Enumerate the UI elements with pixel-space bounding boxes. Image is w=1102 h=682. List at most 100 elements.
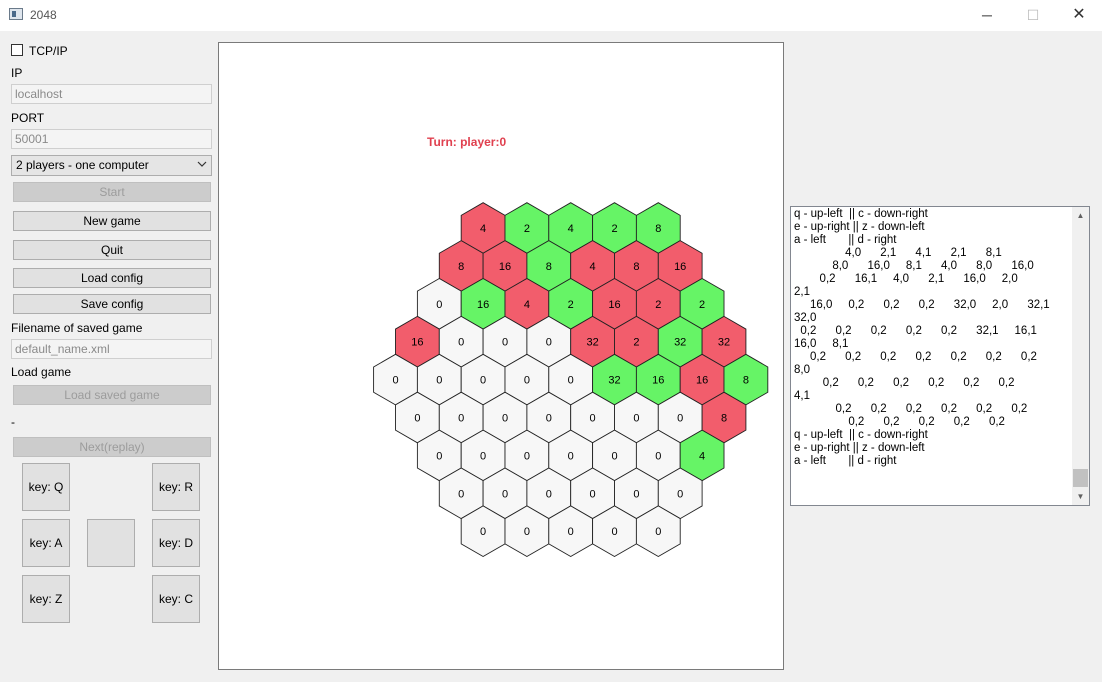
hex-value: 0	[414, 413, 420, 425]
hex-value: 0	[677, 413, 683, 425]
key-q-button[interactable]: key: Q	[22, 463, 70, 511]
hex-value: 0	[480, 526, 486, 538]
hex-value: 0	[568, 526, 574, 538]
hex-value: 8	[743, 375, 749, 387]
ip-field[interactable]: localhost	[11, 84, 212, 104]
hex-value: 0	[633, 413, 639, 425]
port-field[interactable]: 50001	[11, 129, 212, 149]
log-scrollbar[interactable]: ▲ ▼	[1072, 207, 1089, 505]
hex-value: 4	[524, 299, 530, 311]
log-line: e - up-right || z - down-left	[794, 442, 925, 454]
hex-value: 0	[480, 375, 486, 387]
key-center-button[interactable]	[87, 519, 135, 567]
key-a-button[interactable]: key: A	[22, 519, 70, 567]
tcp-checkbox-label: TCP/IP	[29, 44, 68, 58]
hex-value: 0	[677, 488, 683, 500]
log-line: 2,1	[794, 286, 810, 298]
scroll-down-arrow-icon[interactable]: ▼	[1072, 488, 1089, 505]
hex-value: 32	[608, 375, 620, 387]
new-game-button[interactable]: New game	[13, 211, 211, 231]
log-line: 0,2 0,2 0,2 0,2 0,2 0,2 0,2	[794, 351, 1037, 363]
hex-value: 2	[568, 299, 574, 311]
minimize-button[interactable]: ─	[964, 0, 1010, 31]
key-d-button[interactable]: key: D	[152, 519, 200, 567]
hex-value: 0	[436, 299, 442, 311]
tcp-checkbox[interactable]	[11, 44, 23, 56]
hex-value: 0	[524, 375, 530, 387]
hex-value: 0	[436, 450, 442, 462]
mode-select[interactable]: 2 players - one computer	[11, 155, 212, 176]
hex-value: 32	[718, 337, 730, 349]
log-line: 32,0	[794, 312, 817, 324]
hex-value: 16	[674, 261, 686, 273]
hex-value: 0	[655, 526, 661, 538]
key-c-button[interactable]: key: C	[152, 575, 200, 623]
scroll-up-arrow-icon[interactable]: ▲	[1072, 207, 1089, 224]
hex-value: 0	[524, 450, 530, 462]
hex-value: 16	[652, 375, 664, 387]
quit-button[interactable]: Quit	[13, 240, 211, 260]
hex-value: 16	[696, 375, 708, 387]
port-label: PORT	[11, 111, 45, 125]
hex-value: 0	[502, 337, 508, 349]
hex-value: 8	[458, 261, 464, 273]
log-line: 4,1	[794, 390, 810, 402]
hex-value: 32	[674, 337, 686, 349]
game-board: Turn: player:0 4 2 4 2 8 8 16 8 4 8 16 0 16 4 2 16 2 2 16 0…	[218, 42, 784, 670]
log-line: 16,0 0,2 0,2 0,2 32,0 2,0 32,1	[794, 299, 1050, 311]
log-line: 8,0 16,0 8,1 4,0 8,0 16,0	[794, 260, 1034, 272]
hex-value: 2	[699, 299, 705, 311]
mode-select-value: 2 players - one computer	[16, 158, 149, 172]
ip-label: IP	[11, 66, 23, 80]
hex-value: 0	[590, 413, 596, 425]
maximize-button[interactable]: ☐	[1010, 0, 1056, 31]
log-line: 4,0 2,1 4,1 2,1 8,1	[794, 247, 1002, 259]
hex-value: 0	[436, 375, 442, 387]
log-line: 16,0 8,1	[794, 338, 849, 350]
hex-value: 2	[655, 299, 661, 311]
close-button[interactable]: ✕	[1056, 0, 1102, 31]
hex-value: 0	[611, 450, 617, 462]
hex-value: 0	[546, 337, 552, 349]
load-config-button[interactable]: Load config	[13, 268, 211, 288]
save-config-button[interactable]: Save config	[13, 294, 211, 314]
log-line: q - up-left || c - down-right	[794, 208, 928, 220]
log-line: 0,2 16,1 4,0 2,1 16,0 2,0	[794, 273, 1018, 285]
filename-field[interactable]: default_name.xml	[11, 339, 212, 359]
log-line: 0,2 0,2 0,2 0,2 0,2 32,1 16,1	[794, 325, 1037, 337]
key-z-button[interactable]: key: Z	[22, 575, 70, 623]
hex-value: 8	[546, 261, 552, 273]
hex-value: 0	[502, 488, 508, 500]
hex-value: 0	[392, 375, 398, 387]
hex-value: 4	[590, 261, 596, 273]
filename-label: Filename of saved game	[11, 321, 143, 335]
hex-value: 0	[458, 413, 464, 425]
control-panel: TCP/IP IP localhost PORT 50001 2 players…	[0, 31, 215, 682]
hex-grid: 4 2 4 2 8 8 16 8 4 8 16 0 16 4 2 16 2 2 16 0 0 0 32 2 32 32 0 0 0 0 0 3…	[373, 202, 769, 558]
hex-value: 0	[546, 413, 552, 425]
log-line: 0,2 0,2 0,2 0,2 0,2	[794, 416, 1005, 428]
hex-value: 2	[611, 223, 617, 235]
app-icon	[9, 8, 23, 20]
hex-value: 0	[611, 526, 617, 538]
log-line: a - left || d - right	[794, 234, 897, 246]
next-replay-button[interactable]: Next(replay)	[13, 437, 211, 457]
key-r-button[interactable]: key: R	[152, 463, 200, 511]
hex-value: 8	[633, 261, 639, 273]
hex-value: 2	[524, 223, 530, 235]
hex-value: 0	[568, 375, 574, 387]
hex-value: 0	[546, 488, 552, 500]
scroll-thumb[interactable]	[1073, 469, 1088, 487]
hex-value: 8	[721, 413, 727, 425]
hex-value: 0	[590, 488, 596, 500]
load-game-label: Load game	[11, 365, 72, 379]
start-button[interactable]: Start	[13, 182, 211, 202]
load-saved-game-button[interactable]: Load saved game	[13, 385, 211, 405]
move-log[interactable]: q - up-left || c - down-right e - up-righ…	[790, 206, 1090, 506]
hex-value: 0	[458, 488, 464, 500]
log-line: 0,2 0,2 0,2 0,2 0,2 0,2	[794, 377, 1015, 389]
hex-value: 0	[655, 450, 661, 462]
log-line: q - up-left || c - down-right	[794, 429, 928, 441]
hex-value: 0	[524, 526, 530, 538]
hex-value: 4	[699, 450, 705, 462]
